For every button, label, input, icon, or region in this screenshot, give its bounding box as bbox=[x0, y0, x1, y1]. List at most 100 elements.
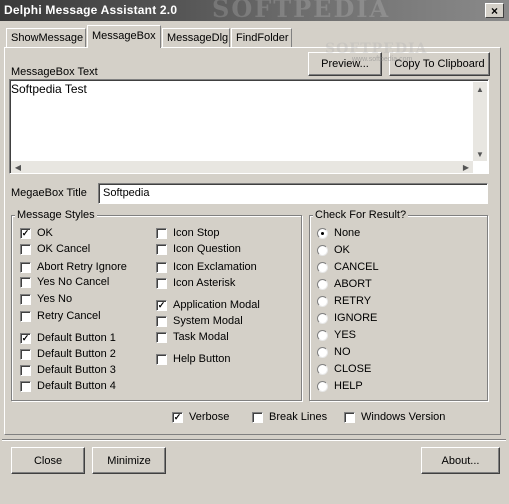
option-label: Default Button 1 bbox=[37, 332, 116, 344]
checkbox-box bbox=[20, 348, 31, 360]
checkbox-box: ✓ bbox=[20, 332, 31, 344]
tab-label: FindFolder bbox=[236, 32, 289, 44]
softpedia-watermark-url: www.softpedia.com bbox=[352, 56, 413, 63]
messagebox-title-input[interactable] bbox=[98, 183, 488, 204]
style-default-button-1-checkbox[interactable]: ✓ Default Button 1 bbox=[20, 331, 116, 345]
style-yes-no-checkbox[interactable]: Yes No bbox=[20, 292, 72, 306]
result-close-radio[interactable]: CLOSE bbox=[317, 362, 371, 376]
messagebox-text-value[interactable]: Softpedia Test bbox=[11, 82, 87, 96]
checkbox-box bbox=[156, 227, 167, 239]
style-default-button-2-checkbox[interactable]: Default Button 2 bbox=[20, 347, 116, 361]
tab-showmessage[interactable]: ShowMessage bbox=[6, 28, 86, 47]
minimize-button-label: Minimize bbox=[107, 454, 151, 467]
option-label: YES bbox=[334, 329, 357, 341]
option-label: OK Cancel bbox=[37, 243, 91, 255]
result-none-radio[interactable]: None bbox=[317, 226, 360, 240]
messagebox-title-value[interactable]: Softpedia bbox=[103, 187, 149, 199]
checkbox-box bbox=[156, 353, 167, 365]
option-label: Icon Stop bbox=[173, 227, 220, 239]
scroll-up-arrow-icon[interactable]: ▲ bbox=[473, 82, 487, 96]
minimize-button[interactable]: Minimize bbox=[92, 447, 166, 474]
option-label: Help Button bbox=[173, 353, 231, 365]
result-cancel-radio[interactable]: CANCEL bbox=[317, 260, 379, 274]
radio-dot bbox=[317, 380, 328, 392]
option-label: Windows Version bbox=[361, 411, 446, 423]
style-ok-cancel-checkbox[interactable]: OK Cancel bbox=[20, 242, 90, 256]
checkbox-box: ✓ bbox=[156, 299, 167, 311]
result-help-radio[interactable]: HELP bbox=[317, 379, 363, 393]
radio-dot bbox=[317, 244, 328, 256]
radio-dot bbox=[317, 278, 328, 290]
option-label: Icon Question bbox=[173, 243, 241, 255]
checkbox-box bbox=[20, 364, 31, 376]
result-ok-radio[interactable]: OK bbox=[317, 243, 350, 257]
style-help-button-checkbox[interactable]: Help Button bbox=[156, 352, 230, 366]
style-application-modal-checkbox[interactable]: ✓ Application Modal bbox=[156, 298, 260, 312]
style-icon-stop-checkbox[interactable]: Icon Stop bbox=[156, 226, 219, 240]
scroll-down-arrow-icon[interactable]: ▼ bbox=[473, 147, 487, 161]
style-default-button-3-checkbox[interactable]: Default Button 3 bbox=[20, 363, 116, 377]
style-system-modal-checkbox[interactable]: System Modal bbox=[156, 314, 243, 328]
option-label: OK bbox=[334, 244, 350, 256]
style-icon-exclamation-checkbox[interactable]: Icon Exclamation bbox=[156, 260, 257, 274]
style-abort-retry-ignore-checkbox[interactable]: Abort Retry Ignore bbox=[20, 260, 127, 274]
style-ok-checkbox[interactable]: ✓ OK bbox=[20, 226, 53, 240]
about-button-label: About... bbox=[441, 454, 480, 467]
message-styles-title: Message Styles bbox=[15, 209, 97, 221]
option-label: IGNORE bbox=[334, 312, 378, 324]
about-button[interactable]: About... bbox=[421, 447, 500, 474]
checkbox-box: ✓ bbox=[20, 227, 31, 239]
style-icon-question-checkbox[interactable]: Icon Question bbox=[156, 242, 241, 256]
radio-dot bbox=[317, 312, 328, 324]
option-label: Yes No Cancel bbox=[37, 276, 110, 288]
radio-dot bbox=[317, 363, 328, 375]
option-label: None bbox=[334, 227, 361, 239]
style-task-modal-checkbox[interactable]: Task Modal bbox=[156, 330, 229, 344]
checkbox-box bbox=[156, 261, 167, 273]
messagebox-text-label: MessageBox Text bbox=[11, 66, 98, 78]
option-label: Verbose bbox=[189, 411, 230, 423]
checkbox-box bbox=[20, 380, 31, 392]
option-label: Task Modal bbox=[173, 331, 229, 343]
scroll-right-arrow-icon[interactable]: ▶ bbox=[459, 161, 473, 173]
checkbox-box bbox=[20, 310, 31, 322]
tab-messagebox[interactable]: MessageBox bbox=[87, 25, 161, 48]
option-label: Application Modal bbox=[173, 299, 260, 311]
checkbox-box bbox=[252, 411, 263, 423]
option-label: Abort Retry Ignore bbox=[37, 261, 127, 273]
style-yes-no-cancel-checkbox[interactable]: Yes No Cancel bbox=[20, 275, 109, 289]
option-label: System Modal bbox=[173, 315, 243, 327]
horizontal-scrollbar-track[interactable] bbox=[25, 161, 459, 173]
style-default-button-4-checkbox[interactable]: Default Button 4 bbox=[20, 379, 116, 393]
option-label: CLOSE bbox=[334, 363, 372, 375]
tab-label: MessageBox bbox=[92, 30, 156, 42]
result-retry-radio[interactable]: RETRY bbox=[317, 294, 371, 308]
windows-version-checkbox[interactable]: Windows Version bbox=[344, 410, 445, 424]
result-ignore-radio[interactable]: IGNORE bbox=[317, 311, 377, 325]
option-label: HELP bbox=[334, 380, 363, 392]
close-button[interactable]: Close bbox=[11, 447, 85, 474]
softpedia-watermark: SOFTPEDIA bbox=[212, 0, 391, 23]
radio-dot bbox=[317, 227, 328, 239]
tab-label: MessageDlg bbox=[167, 32, 229, 44]
scroll-left-arrow-icon[interactable]: ◀ bbox=[11, 161, 25, 173]
tab-messagedlg[interactable]: MessageDlg bbox=[162, 28, 230, 47]
option-label: Break Lines bbox=[269, 411, 328, 423]
checkbox-box bbox=[20, 243, 31, 255]
style-icon-asterisk-checkbox[interactable]: Icon Asterisk bbox=[156, 276, 235, 290]
radio-dot bbox=[317, 261, 328, 273]
result-abort-radio[interactable]: ABORT bbox=[317, 277, 372, 291]
result-yes-radio[interactable]: YES bbox=[317, 328, 356, 342]
tab-findfolder[interactable]: FindFolder bbox=[231, 28, 292, 47]
messagebox-title-label: MegaeBox Title bbox=[11, 187, 87, 199]
break-lines-checkbox[interactable]: Break Lines bbox=[252, 410, 327, 424]
option-label: NO bbox=[334, 346, 351, 358]
verbose-checkbox[interactable]: ✓ Verbose bbox=[172, 410, 229, 424]
result-no-radio[interactable]: NO bbox=[317, 345, 351, 359]
style-retry-cancel-checkbox[interactable]: Retry Cancel bbox=[20, 309, 101, 323]
checkbox-box bbox=[344, 411, 355, 423]
vertical-scrollbar-track[interactable] bbox=[473, 96, 487, 147]
window-close-button[interactable]: × bbox=[485, 3, 504, 18]
checkbox-box bbox=[156, 243, 167, 255]
option-label: Default Button 4 bbox=[37, 380, 116, 392]
